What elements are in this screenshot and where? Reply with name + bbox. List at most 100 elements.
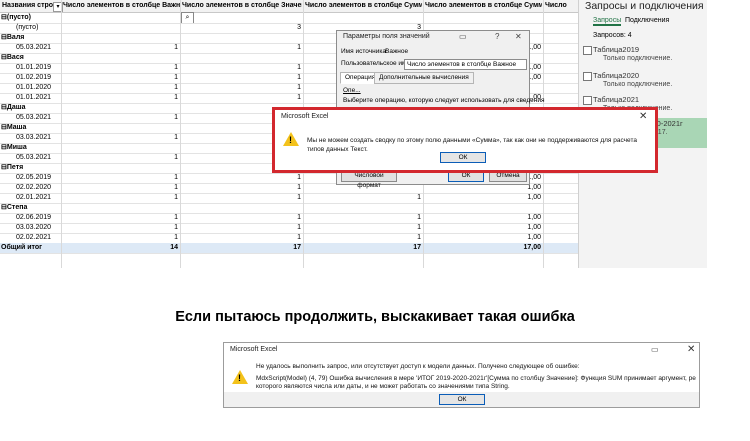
- pivot-header: Названия строк Число элементов в столбце…: [0, 0, 578, 13]
- row-label: 01.01.2019: [16, 64, 52, 71]
- cell-value: 1: [297, 84, 301, 91]
- cell-value: 1: [417, 194, 421, 201]
- queries-count: Запросов: 4: [593, 32, 632, 39]
- row-label: 05.03.2021: [16, 154, 52, 161]
- cell-value: 1,00: [527, 234, 541, 241]
- error-dialog-sum-text: Microsoft Excel ✕ ! Мы не можем создать …: [272, 107, 658, 173]
- table-icon: [583, 96, 592, 105]
- help-icon[interactable]: ?: [495, 32, 499, 41]
- cell-value: 1: [174, 234, 178, 241]
- row-label: 01.01.2020: [16, 84, 52, 91]
- close-icon[interactable]: ✕: [515, 32, 522, 41]
- tab-connections[interactable]: Подключения: [625, 17, 669, 24]
- error-dialog-query-failed: Microsoft Excel ▭ ✕ ! Не удалось выполни…: [223, 342, 700, 408]
- cell-value: 14: [170, 244, 178, 251]
- cell-value: 1: [417, 224, 421, 231]
- ok-button[interactable]: ОК: [439, 394, 485, 405]
- cell-value: 1: [297, 174, 301, 181]
- cell-value: 1: [297, 44, 301, 51]
- cell-value: 1: [174, 184, 178, 191]
- ok-button[interactable]: ОК: [440, 152, 486, 163]
- custom-name-input[interactable]: Число элементов в столбце Важное: [404, 59, 527, 70]
- cell-value: 1: [174, 94, 178, 101]
- cell-value: 1: [174, 84, 178, 91]
- row-label: 02.02.2021: [16, 234, 52, 241]
- cell-value: 1,00: [527, 214, 541, 221]
- restore-icon[interactable]: ▭: [651, 345, 659, 354]
- pane-title: Запросы и подключения: [585, 0, 704, 12]
- cell-value: 1: [297, 64, 301, 71]
- cell-value: 3: [297, 24, 301, 31]
- dialog-title: Microsoft Excel: [281, 113, 329, 120]
- row-label: ⊟Валя: [1, 34, 25, 41]
- cell-value: 1: [297, 224, 301, 231]
- row-label: 02.05.2019: [16, 174, 52, 181]
- cell-value: 1: [417, 234, 421, 241]
- row-label: ⊟Даша: [1, 104, 26, 111]
- row-label: ⊟Вася: [1, 54, 24, 61]
- cell-value: 1: [297, 184, 301, 191]
- row-label: ⊟(пусто): [1, 14, 31, 21]
- row-label: ⊟Петя: [1, 164, 24, 171]
- row-label: 01.02.2019: [16, 74, 52, 81]
- grand-total-row[interactable]: Общий итог 14 17 17 17,00: [0, 243, 578, 254]
- cell-value: 1: [174, 114, 178, 121]
- tab-additional-calc[interactable]: Дополнительные вычисления: [374, 72, 474, 84]
- table-icon: [583, 72, 592, 81]
- cell-value: 1: [174, 64, 178, 71]
- cell-value: 1: [417, 214, 421, 221]
- cell-value: 1: [174, 174, 178, 181]
- close-icon[interactable]: ✕: [687, 344, 695, 355]
- cell-value: 17: [293, 244, 301, 251]
- operation-hint: Выберите операцию, которую следует испол…: [343, 97, 545, 104]
- error-line-3: которого являются числа или даты, и не м…: [256, 383, 510, 390]
- warning-icon: !: [232, 370, 248, 384]
- cell-value: 1: [297, 234, 301, 241]
- cell-value: 17: [413, 244, 421, 251]
- cell-value: 1: [297, 214, 301, 221]
- cell-value: 1: [174, 74, 178, 81]
- caption-text: Если пытаюсь продолжить, выскакивает так…: [175, 309, 575, 325]
- close-icon[interactable]: ✕: [639, 111, 647, 122]
- section-label: Опе...: [343, 87, 361, 94]
- cell-value: 1: [174, 154, 178, 161]
- header-col-next[interactable]: Число: [545, 0, 577, 12]
- cell-value: 1: [174, 214, 178, 221]
- custom-name-label: Пользовательское имя:: [341, 60, 412, 67]
- cell-value: 17,00: [523, 244, 541, 251]
- row-label: 02.06.2019: [16, 214, 52, 221]
- row-label: ⊟Миша: [1, 144, 27, 151]
- row-label: 02.01.2021: [16, 194, 52, 201]
- cell-value: 1: [174, 134, 178, 141]
- header-col-sum2[interactable]: Число элементов в столбце Сумма2: [425, 0, 542, 12]
- row-label: 03.03.2021: [16, 134, 52, 141]
- source-name-label: Имя источника:: [341, 48, 388, 55]
- row-label: 02.02.2020: [16, 184, 52, 191]
- header-col-sum1[interactable]: Число элементов в столбце Сумма1: [305, 0, 422, 12]
- dialog-title: Microsoft Excel: [230, 346, 278, 353]
- restore-icon[interactable]: ▭: [459, 32, 467, 41]
- cell-value: 1: [174, 224, 178, 231]
- error-line-1: Не удалось выполнить запрос, или отсутст…: [256, 363, 580, 370]
- source-name-value: Важное: [385, 48, 409, 55]
- dialog-title: Параметры поля значений: [343, 33, 430, 40]
- row-label: Общий итог: [1, 244, 43, 251]
- query-item[interactable]: Таблица2019 Только подключение.: [579, 44, 707, 72]
- row-label: 05.03.2021: [16, 114, 52, 121]
- header-row-labels[interactable]: Названия строк: [2, 0, 54, 12]
- cell-value: 1: [297, 94, 301, 101]
- cell-value: 1,00: [527, 194, 541, 201]
- header-col-important[interactable]: Число элементов в столбце Важное: [63, 0, 180, 12]
- cell-value: 1: [174, 44, 178, 51]
- row-label: ⊟Степа: [1, 204, 28, 211]
- row-label: 03.03.2020: [16, 224, 52, 231]
- tab-queries[interactable]: Запросы: [593, 17, 622, 26]
- cell-value: 1: [297, 194, 301, 201]
- dialog-footer: ОК: [224, 392, 699, 407]
- row-label: ⊟Маша: [1, 124, 27, 131]
- cell-value: 1: [174, 194, 178, 201]
- warning-icon: !: [283, 132, 299, 146]
- row-label: 05.03.2021: [16, 44, 52, 51]
- header-col-value[interactable]: Число элементов в столбце Значение: [182, 0, 302, 12]
- cell-value: 1: [297, 74, 301, 81]
